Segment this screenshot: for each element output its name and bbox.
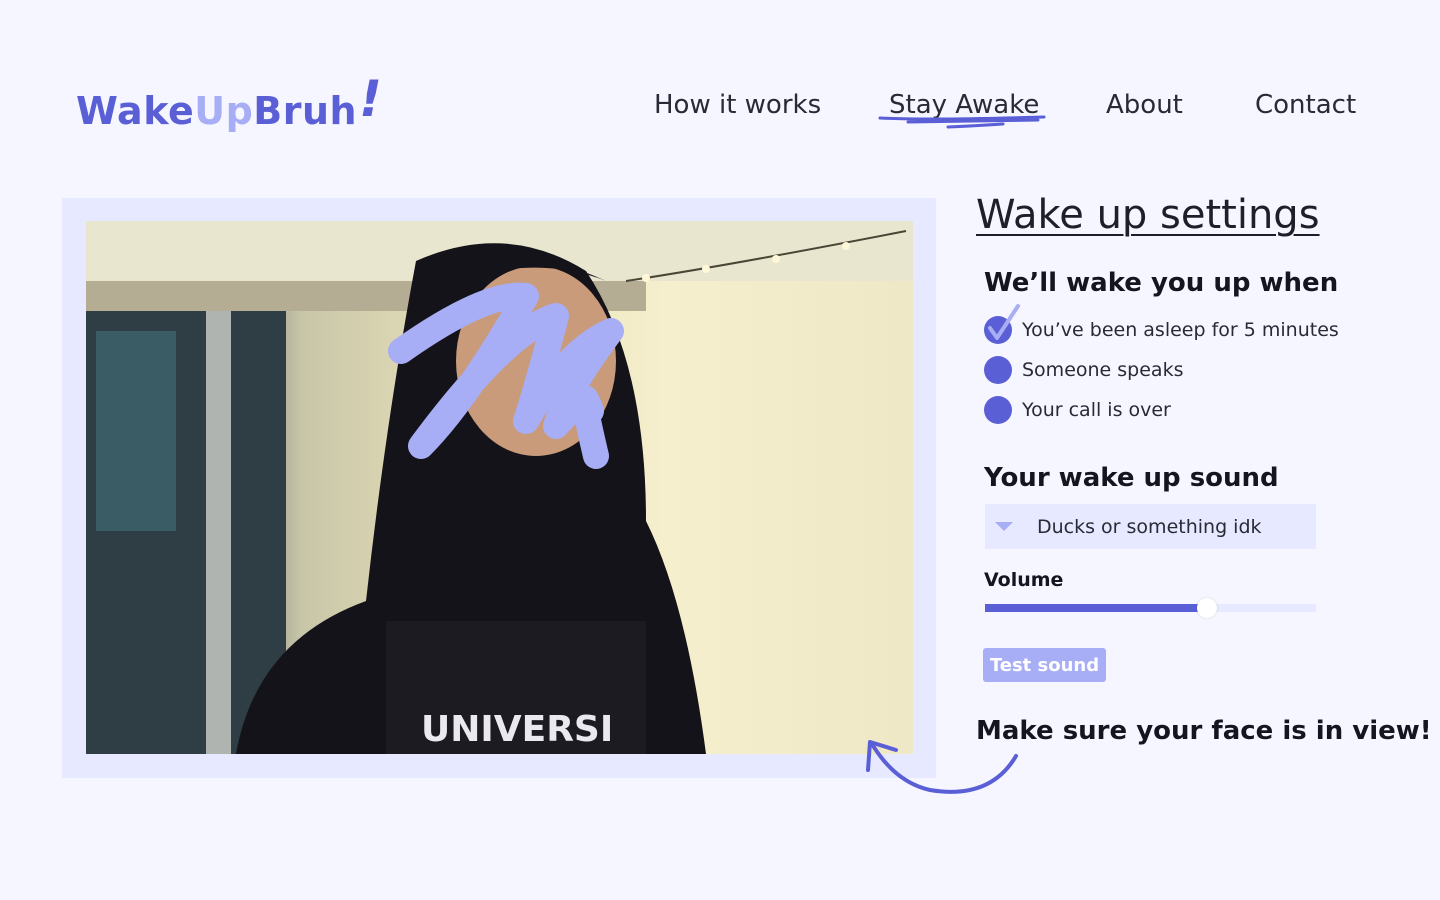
condition-someone-speaks[interactable]: Someone speaks <box>984 355 1183 385</box>
sound-heading: Your wake up sound <box>984 463 1279 493</box>
test-sound-button[interactable]: Test sound <box>983 648 1106 682</box>
svg-text:UNIVERSI: UNIVERSI <box>421 709 613 750</box>
face-hint: Make sure your face is in view! <box>976 716 1432 746</box>
nav-how-it-works[interactable]: How it works <box>654 90 821 120</box>
condition-label: Someone speaks <box>1022 359 1184 381</box>
condition-call-over[interactable]: Your call is over <box>984 395 1171 425</box>
radio-indicator[interactable] <box>984 396 1012 424</box>
brand-wake: Wake <box>76 89 195 133</box>
volume-thumb[interactable] <box>1196 598 1217 618</box>
brand-up: Up <box>194 89 254 133</box>
check-icon <box>988 304 1020 340</box>
webcam-scene: UNIVERSI <box>86 221 913 754</box>
nav-active-underline-icon <box>878 115 1046 129</box>
condition-label: You’ve been asleep for 5 minutes <box>1022 319 1339 341</box>
brand-bruh: Bruh <box>253 89 358 133</box>
curved-arrow-icon <box>866 740 1018 794</box>
nav-about[interactable]: About <box>1106 90 1183 120</box>
brand-logo[interactable]: WakeUpBruh! <box>76 70 382 136</box>
condition-asleep[interactable]: You’ve been asleep for 5 minutes <box>984 304 1339 345</box>
condition-label: Your call is over <box>1022 399 1171 421</box>
volume-fill <box>985 604 1207 612</box>
radio-indicator[interactable] <box>984 356 1012 384</box>
volume-slider[interactable] <box>985 598 1316 618</box>
radio-indicator[interactable] <box>984 304 1020 344</box>
sound-select-value: Ducks or something idk <box>1037 515 1262 538</box>
brand-exclaim: ! <box>359 70 383 128</box>
chevron-down-icon <box>995 522 1013 531</box>
conditions-heading: We’ll wake you up when <box>984 268 1339 298</box>
webcam-feed: UNIVERSI <box>86 221 913 754</box>
settings-title: Wake up settings <box>976 192 1320 238</box>
volume-label: Volume <box>984 569 1064 591</box>
nav-contact[interactable]: Contact <box>1255 90 1356 120</box>
sound-select[interactable]: Ducks or something idk <box>985 504 1316 549</box>
